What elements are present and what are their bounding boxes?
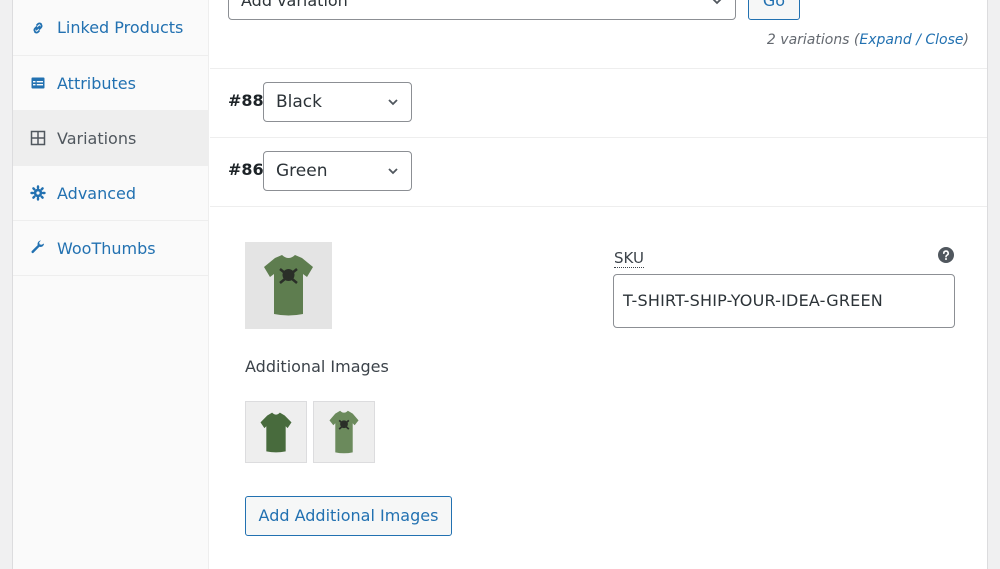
additional-image-thumb[interactable] xyxy=(313,401,375,463)
sidebar-item-linked-products[interactable]: Linked Products xyxy=(13,0,208,56)
link-icon xyxy=(29,19,47,37)
tshirt-image xyxy=(264,255,313,316)
chevron-down-icon xyxy=(388,99,398,106)
sidebar-item-variations[interactable]: Variations xyxy=(13,111,208,166)
grid-icon xyxy=(29,129,47,147)
sku-label: SKU xyxy=(614,249,644,268)
variation-id: #86 xyxy=(228,160,264,179)
wrench-icon xyxy=(29,239,47,257)
variation-color-value: Green xyxy=(276,161,328,181)
expand-link[interactable]: Expand xyxy=(859,32,911,48)
tshirt-image xyxy=(329,410,359,454)
chevron-down-icon xyxy=(712,0,722,5)
variation-row[interactable]: #88 Black xyxy=(210,69,987,138)
sidebar-item-attributes[interactable]: Attributes xyxy=(13,56,208,111)
close-link[interactable]: Close xyxy=(925,32,963,48)
chevron-down-icon xyxy=(388,168,398,175)
gear-icon xyxy=(29,184,47,202)
sidebar-item-label: WooThumbs xyxy=(57,238,156,258)
variation-color-value: Black xyxy=(276,92,322,112)
variation-image[interactable] xyxy=(245,242,332,329)
tshirt-image xyxy=(260,412,292,453)
variations-panel: Add variation Go 2 variations (Expand / … xyxy=(210,0,987,569)
variations-toolbar: Add variation Go 2 variations (Expand / … xyxy=(210,0,987,69)
add-additional-images-button[interactable]: Add Additional Images xyxy=(245,496,452,536)
sidebar-item-label: Attributes xyxy=(57,73,136,93)
product-data-tabs: Linked Products Attributes Variations Ad… xyxy=(13,0,209,569)
product-data-panel: Linked Products Attributes Variations Ad… xyxy=(12,0,988,569)
variation-color-select[interactable]: Green xyxy=(263,151,412,191)
variation-details: Additional Images Add Additional Images … xyxy=(210,207,987,569)
sidebar-item-label: Advanced xyxy=(57,183,137,203)
additional-image-thumb[interactable] xyxy=(245,401,307,463)
expand-close-separator: / xyxy=(916,32,921,48)
variation-id: #88 xyxy=(228,91,264,110)
sidebar-item-woothumbs[interactable]: WooThumbs xyxy=(13,221,208,276)
variation-color-select[interactable]: Black xyxy=(263,82,412,122)
add-variation-value: Add variation xyxy=(241,0,348,10)
go-button[interactable]: Go xyxy=(748,0,800,20)
sidebar-item-label: Variations xyxy=(57,128,137,148)
variations-count: 2 variations (Expand / Close) xyxy=(766,32,969,48)
variation-row[interactable]: #86 Green xyxy=(210,138,987,207)
additional-images-label: Additional Images xyxy=(245,357,389,376)
sku-input[interactable]: T-SHIRT-SHIP-YOUR-IDEA-GREEN xyxy=(613,274,955,328)
help-icon[interactable] xyxy=(938,247,954,263)
list-table-icon xyxy=(29,74,47,92)
sidebar-item-label: Linked Products xyxy=(57,18,184,37)
variations-count-text: 2 variations xyxy=(766,32,850,48)
add-variation-select[interactable]: Add variation xyxy=(228,0,736,20)
sidebar-item-advanced[interactable]: Advanced xyxy=(13,166,208,221)
